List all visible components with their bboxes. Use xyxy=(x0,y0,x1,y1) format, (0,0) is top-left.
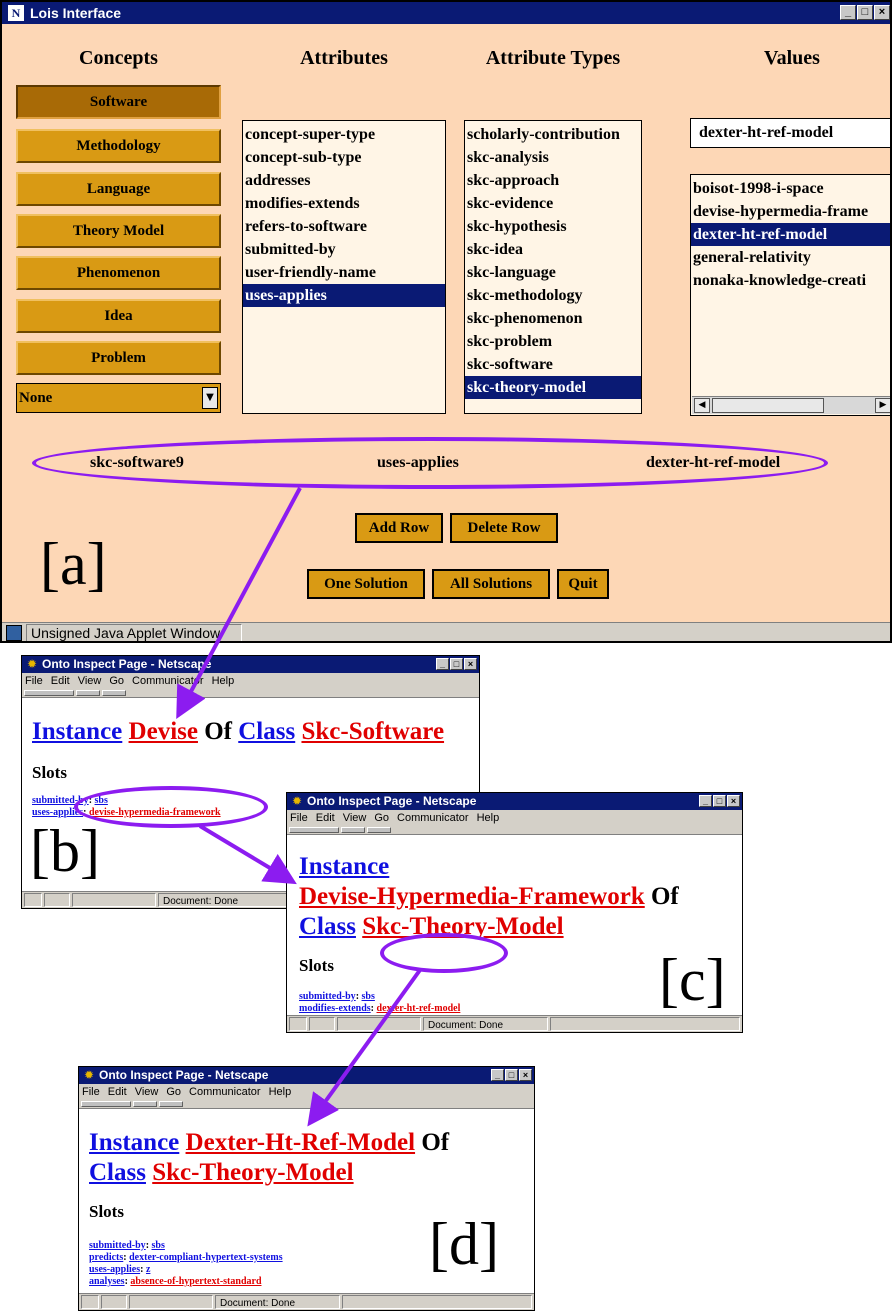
arrow-a-to-b xyxy=(176,487,302,720)
connector-arrows xyxy=(176,487,422,1127)
arrow-b-to-c xyxy=(198,824,297,885)
arrow-c-to-d xyxy=(307,968,422,1127)
